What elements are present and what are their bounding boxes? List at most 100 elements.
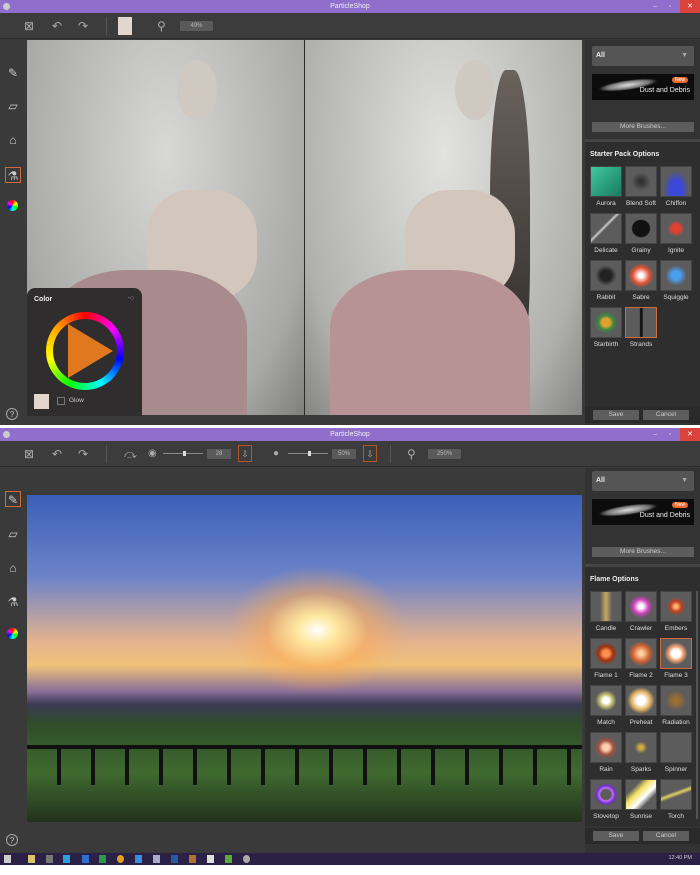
size-slider[interactable] — [163, 451, 203, 456]
color-wheel-icon[interactable] — [7, 628, 18, 639]
taskbar-app-icon[interactable] — [225, 855, 232, 863]
brush-tile[interactable]: Stovetop — [590, 779, 622, 820]
brush-tile[interactable]: Rain — [590, 732, 622, 773]
category-dropdown[interactable]: All ▼ — [592, 471, 694, 491]
brush-tile[interactable]: Squiggle — [660, 260, 692, 301]
restore-button[interactable]: ▫ — [662, 0, 678, 13]
taskbar-app-icon[interactable] — [46, 855, 53, 863]
brush-tile[interactable]: Radiation — [660, 685, 692, 726]
scrollbar[interactable] — [696, 591, 698, 819]
help-icon[interactable]: ? — [6, 408, 18, 420]
brush-tile[interactable]: Grainy — [625, 213, 657, 254]
brush-tile[interactable]: Crawler — [625, 591, 657, 632]
start-icon[interactable] — [4, 855, 11, 863]
featured-brush[interactable]: New Dust and Debris — [592, 499, 694, 525]
size-field[interactable]: 28 — [207, 449, 231, 459]
ie-icon[interactable] — [135, 855, 142, 863]
pressure-size-icon[interactable]: ⇩ — [238, 445, 252, 462]
redo-icon[interactable]: ↷ — [78, 446, 88, 462]
brush-thumbnail — [625, 307, 657, 338]
brush-tile[interactable]: Sparks — [625, 732, 657, 773]
brush-label: Crawler — [629, 625, 653, 632]
opacity-field[interactable]: 50% — [332, 449, 356, 459]
restore-button[interactable]: ▫ — [662, 428, 678, 441]
eyedropper-icon[interactable]: ⚗ — [5, 594, 21, 610]
minimize-button[interactable]: – — [647, 428, 663, 441]
pressure-opacity-icon[interactable]: ⇩ — [363, 445, 377, 462]
help-icon[interactable]: ? — [6, 834, 18, 846]
color-wheel-icon[interactable] — [7, 200, 18, 211]
color-swatch-button[interactable] — [118, 17, 132, 35]
brush-tile[interactable]: Candle — [590, 591, 622, 632]
brush-tile[interactable]: Strands — [625, 307, 657, 348]
brush-tile[interactable]: Flame 1 — [590, 638, 622, 679]
taskbar-app-icon[interactable] — [153, 855, 160, 863]
more-brushes-button[interactable]: More Brushes... — [592, 122, 694, 132]
brush-tile[interactable]: Spinner — [660, 732, 692, 773]
collapse-icon[interactable]: -○ — [127, 295, 134, 302]
brush-tile[interactable]: Embers — [660, 591, 692, 632]
brush-tile[interactable]: Ignite — [660, 213, 692, 254]
brush-tile[interactable]: Starbirth — [590, 307, 622, 348]
clear-canvas-icon[interactable]: ⊠ — [24, 446, 34, 462]
cancel-button[interactable]: Cancel — [643, 831, 689, 841]
brush-tile[interactable]: Preheat — [625, 685, 657, 726]
brush-tile[interactable]: Delicate — [590, 213, 622, 254]
close-button[interactable]: ✕ — [680, 0, 700, 13]
brush-tile[interactable]: Flame 2 — [625, 638, 657, 679]
brush-thumbnail — [590, 307, 622, 338]
redo-icon[interactable]: ↷ — [78, 18, 88, 34]
brush-tile[interactable]: Match — [590, 685, 622, 726]
new-badge: New — [671, 77, 688, 83]
left-toolbar: ✎ ▱ ⌂ ⚗ ? — [0, 468, 26, 853]
zoom-field[interactable]: 250% — [428, 449, 461, 459]
hue-ring[interactable] — [46, 312, 124, 390]
photoshop-icon[interactable] — [171, 855, 178, 863]
featured-brush-name: Dust and Debris — [639, 512, 690, 519]
brush-tile[interactable]: Sunrise — [625, 779, 657, 820]
clear-canvas-icon[interactable]: ⊠ — [24, 18, 34, 34]
chrome-icon[interactable] — [117, 855, 124, 863]
eraser-icon[interactable]: ▱ — [5, 98, 21, 114]
zoom-icon[interactable]: ⚲ — [157, 18, 166, 34]
taskbar-app-icon[interactable] — [99, 855, 106, 863]
taskbar-app-icon[interactable] — [82, 855, 89, 863]
eyedropper-icon[interactable]: ⚗ — [5, 167, 21, 183]
featured-brush[interactable]: New Dust and Debris — [592, 74, 694, 100]
close-button[interactable]: ✕ — [680, 428, 700, 441]
cancel-button[interactable]: Cancel — [643, 410, 689, 420]
eraser-icon[interactable]: ▱ — [5, 526, 21, 542]
brush-tile[interactable]: Chiffon — [660, 166, 692, 207]
stamp-icon[interactable]: ⌂ — [5, 560, 21, 576]
brush-tile[interactable]: Sabre — [625, 260, 657, 301]
undo-icon[interactable]: ↶ — [52, 18, 62, 34]
brush-icon[interactable]: ✎ — [5, 65, 21, 81]
brush-icon[interactable]: ✎ — [5, 491, 21, 507]
zoom-icon[interactable]: ⚲ — [407, 446, 416, 462]
more-brushes-button[interactable]: More Brushes... — [592, 547, 694, 557]
save-button[interactable]: Save — [593, 410, 639, 420]
zoom-field[interactable]: 49% — [180, 21, 213, 31]
undo-icon[interactable]: ↶ — [52, 446, 62, 462]
stamp-icon[interactable]: ⌂ — [5, 132, 21, 148]
brush-tile[interactable]: Blend Soft — [625, 166, 657, 207]
particleshop-icon[interactable] — [243, 855, 250, 863]
saturation-triangle[interactable] — [68, 324, 113, 378]
brush-label: Squiggle — [663, 294, 689, 301]
brush-tile[interactable]: Aurora — [590, 166, 622, 207]
taskbar-app-icon[interactable] — [63, 855, 70, 863]
brush-tile[interactable]: Rabbit — [590, 260, 622, 301]
taskbar-app-icon[interactable] — [189, 855, 196, 863]
minimize-button[interactable]: – — [647, 0, 663, 13]
category-dropdown[interactable]: All ▼ — [592, 46, 694, 66]
glow-checkbox[interactable] — [57, 397, 65, 405]
opacity-slider[interactable] — [288, 451, 328, 456]
taskbar-app-icon[interactable] — [207, 855, 214, 863]
brush-label: Ignite — [668, 247, 684, 254]
save-button[interactable]: Save — [593, 831, 639, 841]
brush-tile[interactable]: Torch — [660, 779, 692, 820]
explorer-icon[interactable] — [28, 855, 35, 863]
canvas[interactable] — [27, 495, 582, 822]
current-color-swatch[interactable] — [34, 394, 49, 409]
brush-tile[interactable]: Flame 3 — [660, 638, 692, 679]
